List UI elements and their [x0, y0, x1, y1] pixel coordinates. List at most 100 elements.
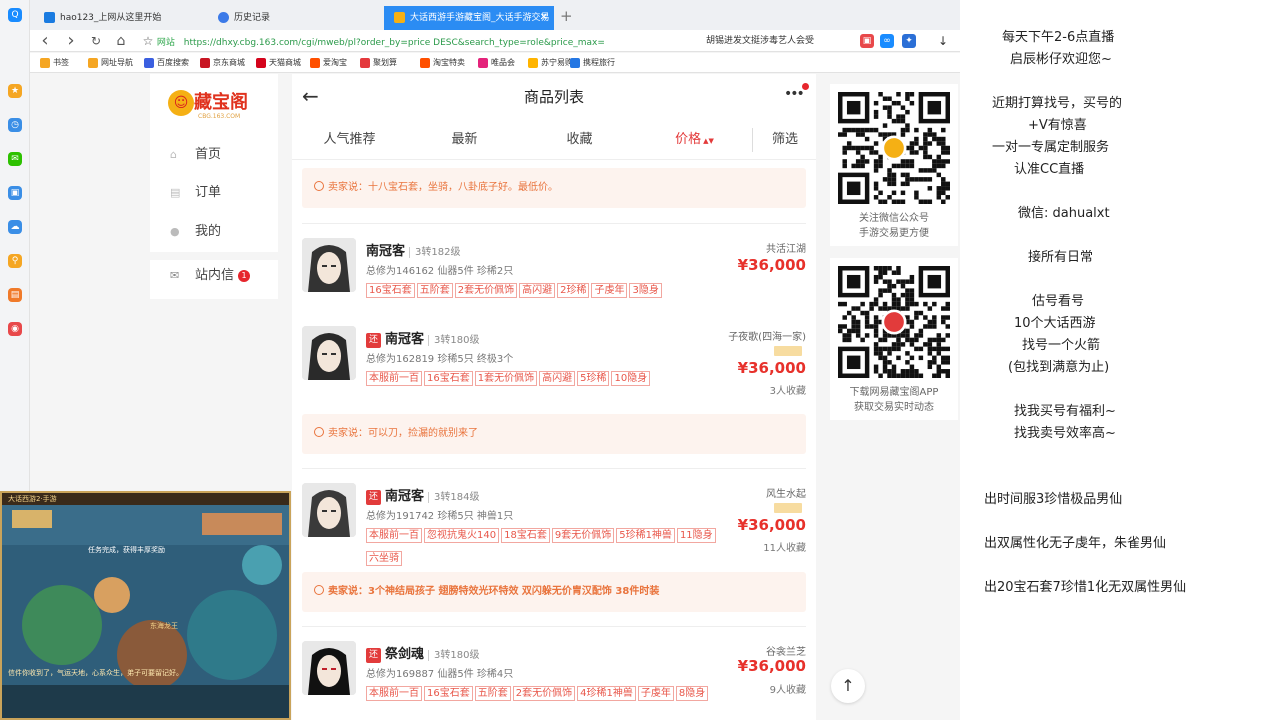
close-tab-icon[interactable]: ✕	[540, 6, 548, 30]
home-button[interactable]: ⌂	[112, 32, 130, 50]
tab-price[interactable]: 价格 ▲▼	[647, 120, 742, 160]
app-qr-card[interactable]: 下载网易藏宝阁APP 获取交易实时动态	[830, 258, 958, 420]
bookmark-item[interactable]: 聚划算	[360, 53, 397, 73]
clock-icon[interactable]: ◷	[8, 118, 22, 132]
bookmark-icon	[88, 58, 98, 68]
feature-tag: 16宝石套	[424, 686, 473, 701]
role-level: 3转180级	[428, 650, 480, 661]
bookmark-item[interactable]: 唯品会	[478, 53, 515, 73]
mail-icon: ✉	[170, 269, 180, 282]
list-item[interactable]: 还南冠客 3转184级 总修为191742 珍稀5只 神兽1只 本服前一百 忽视抗鬼火1…	[292, 483, 816, 566]
server-name: 共活江湖	[766, 244, 806, 255]
list-item[interactable]: 还祭剑魂 3转180级 总修为169887 仙器5件 珍稀4只 本服前一百 16宝石套五…	[292, 641, 816, 720]
safe-label: 网站	[156, 38, 175, 48]
refresh-button[interactable]: ↻	[87, 32, 105, 50]
tab-latest[interactable]: 最新	[417, 120, 512, 160]
overlay-line: 一对一专属定制服务	[992, 140, 1110, 155]
puzzle-icon[interactable]: ✦	[902, 34, 916, 48]
search-icon[interactable]: ⚲	[8, 254, 22, 268]
overlay-line: 出时间服3珍惜极品男仙	[984, 492, 1123, 507]
cbg-logo[interactable]: ☺ 藏宝阁 CBG.163.COM	[168, 86, 268, 126]
tab-favorites[interactable]: 收藏	[532, 120, 627, 160]
logo-subtext: CBG.163.COM	[198, 113, 241, 120]
feature-tag: 本服前一百	[366, 528, 422, 543]
extension-icon-1[interactable]: ▣	[860, 34, 874, 48]
sidebar-item-inbox[interactable]: ✉ 站内信 1	[170, 265, 270, 287]
sidebar-item-orders[interactable]: ▤ 订单	[170, 182, 270, 204]
feature-tag: 9套无价佩饰	[551, 528, 615, 543]
tab-cbg[interactable]: 大话西游手游藏宝阁_大话手游交易 ✕	[384, 6, 554, 30]
app-qr-code	[838, 266, 950, 378]
feature-tag: 2套无价佩饰	[512, 686, 576, 701]
bookmark-item[interactable]: 百度搜索	[144, 53, 189, 73]
sidebar-item-label: 站内信	[195, 268, 235, 283]
overlay-line: 找我卖号效率高~	[1014, 426, 1116, 441]
wechat-qr-code	[838, 92, 950, 204]
wechat-icon[interactable]: ✉	[8, 152, 22, 166]
bookmark-item[interactable]: 京东商城	[200, 53, 245, 73]
cbg-icon	[394, 12, 405, 23]
download-icon[interactable]: ↓	[936, 34, 950, 48]
price: ¥36,000	[737, 657, 806, 675]
bookmark-item[interactable]: 爱淘宝	[310, 53, 347, 73]
tab-label: 大话西游手游藏宝阁_大话手游交易	[410, 13, 550, 23]
browser-logo-icon[interactable]: Q	[8, 8, 22, 22]
bookmarks-bar: 书签 网址导航 百度搜索 京东商城 天猫商城 爱淘宝 聚划算 淘宝特卖 唯品会 苏宁易购 携程旅行	[30, 53, 960, 73]
app-icon[interactable]: ▣	[8, 186, 22, 200]
game-window[interactable]: 大话西游2·手游 任务完成，获得丰厚奖励 东海龙王 信件你收到了，气运天地，心系…	[0, 491, 291, 720]
cloud-icon[interactable]: ☁	[8, 220, 22, 234]
sidebar-item-home[interactable]: ⌂ 首页	[170, 144, 270, 166]
list-item[interactable]: 南冠客 3转182级 总修为146162 仙器5件 珍稀2只 16宝石套 五阶套 2套无价…	[292, 238, 816, 318]
back-button[interactable]: ‹	[36, 32, 54, 50]
bookmark-label: 爱淘宝	[323, 58, 347, 67]
notes-icon[interactable]: ▤	[8, 288, 22, 302]
tab-history[interactable]: 历史记录	[208, 6, 378, 30]
favorites-icon[interactable]: ★	[8, 84, 22, 98]
divider	[302, 468, 806, 469]
wechat-qr-card[interactable]: 关注微信公众号 手游交易更方便	[830, 84, 958, 246]
forward-button[interactable]: ›	[62, 32, 80, 50]
bookmark-item[interactable]: 淘宝特卖	[420, 53, 465, 73]
star-icon[interactable]: ☆	[142, 32, 154, 50]
bookmark-item[interactable]: 网址导航	[88, 53, 133, 73]
bookmark-item[interactable]: 携程旅行	[570, 53, 615, 73]
back-to-top-button[interactable]: ↑	[831, 669, 865, 703]
list-item[interactable]: 还南冠客 3转180级 总修为162819 珍稀5只 终极3个 本服前一百 16宝石套 1…	[292, 326, 816, 406]
feature-tag: 高闪避	[539, 371, 576, 386]
role-avatar	[302, 326, 356, 380]
price: ¥36,000	[737, 359, 806, 377]
server-name: 子夜歌(四海一家)	[728, 332, 806, 343]
overlay-line: 找号一个火箭	[1022, 338, 1101, 353]
feature-tag: 子虔年	[591, 283, 628, 298]
extension-icon-2[interactable]: ∞	[880, 34, 894, 48]
search-suggestion[interactable]: 胡锡进发文挺涉毒艺人会受	[706, 32, 876, 50]
bookmark-item[interactable]: 书签	[40, 53, 69, 73]
tab-filter[interactable]: 筛选	[754, 120, 816, 160]
bookmark-item[interactable]: 苏宁易购	[528, 53, 573, 73]
overlay-line: +V有惊喜	[1028, 118, 1087, 133]
notice-text: 卖家说：可以刀，捡漏的就别来了	[328, 428, 478, 439]
url-field[interactable]: ☆ 网站 https://dhxy.cbg.163.com/cgi/mweb/p…	[142, 32, 672, 50]
role-avatar	[302, 641, 356, 695]
tag-list: 本服前一百 忽视抗鬼火140 18宝石套 9套无价佩饰 5珍稀1神兽 11隐身六坐骑	[366, 523, 736, 569]
bookmark-icon	[570, 58, 580, 68]
tab-hao123[interactable]: hao123_上网从这里开始	[34, 6, 204, 30]
overlay-line: 出20宝石套7珍惜1化无双属性男仙	[984, 580, 1187, 595]
game-icon[interactable]: ◉	[8, 322, 22, 336]
sidebar-item-mine[interactable]: ● 我的	[170, 221, 270, 243]
bookmark-label: 百度搜索	[157, 58, 189, 67]
bookmark-item[interactable]: 天猫商城	[256, 53, 301, 73]
bookmark-label: 携程旅行	[583, 58, 615, 67]
more-icon[interactable]: •••	[784, 86, 805, 102]
role-avatar	[302, 238, 356, 292]
feature-tag: 五阶套	[416, 283, 453, 298]
filter-separator	[752, 128, 753, 152]
tab-popular[interactable]: 人气推荐	[302, 120, 397, 160]
notice-text: 卖家说：3个神结局孩子 翅膀特效光环特效 双闪躲无价胄汉配饰 38件时装	[328, 586, 660, 597]
feature-tag: 2珍稀	[557, 283, 590, 298]
history-icon	[218, 12, 229, 23]
new-tab-button[interactable]: +	[560, 6, 573, 26]
bookmark-icon	[200, 58, 210, 68]
feature-tag: 忽视抗鬼火140	[424, 528, 500, 543]
order-icon: ▤	[170, 186, 181, 199]
